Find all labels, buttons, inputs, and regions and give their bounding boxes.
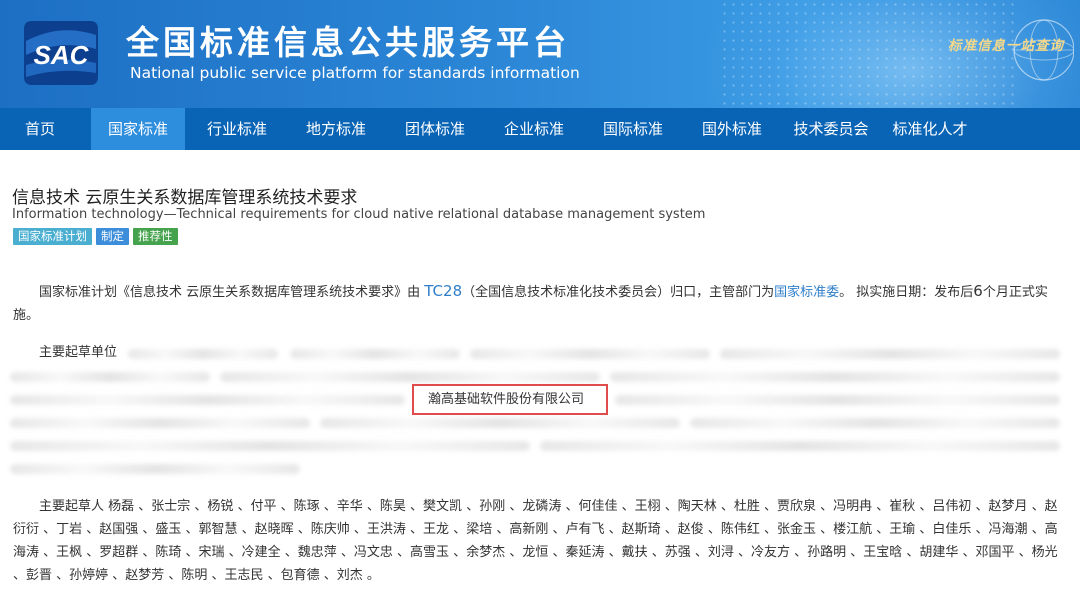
standard-title-en: Information technology—Technical require… [12, 207, 706, 222]
site-title-cn: 全国标准信息公共服务平台 [126, 23, 570, 62]
main-drafters: 主要起草人 杨磊 、张士宗 、杨锐 、付平 、陈琢 、辛华 、陈昊 、樊文凯 、… [13, 499, 1058, 583]
desc-part3: 。 拟实施日期：发布后 [839, 285, 974, 300]
sac-logo[interactable]: SAC [20, 17, 102, 89]
redacted-text-line [128, 349, 278, 359]
redacted-text-line [10, 418, 310, 428]
badge-nature: 推荐性 [133, 228, 178, 245]
drafting-units-label: 主要起草单位 [39, 345, 118, 360]
standard-description: 国家标准计划《信息技术 云原生关系数据库管理系统技术要求》由 TC28（全国信息… [13, 280, 1068, 327]
nav-item-international-standards[interactable]: 国际标准 [586, 108, 680, 150]
redacted-text-line [540, 441, 1060, 451]
nav-item-standardization-talent[interactable]: 标准化人才 [880, 108, 980, 150]
main-nav: 首页 国家标准 行业标准 地方标准 团体标准 企业标准 国际标准 国外标准 技术… [0, 108, 1080, 150]
nav-item-enterprise-standards[interactable]: 企业标准 [487, 108, 581, 150]
site-header: SAC 全国标准信息公共服务平台 National public service… [0, 0, 1080, 108]
redacted-text-line [720, 349, 1060, 359]
nav-item-industry-standards[interactable]: 行业标准 [190, 108, 284, 150]
redacted-text-line [10, 464, 300, 474]
nav-item-foreign-standards[interactable]: 国外标准 [685, 108, 779, 150]
tc28-link[interactable]: TC28 [424, 282, 462, 300]
nav-item-group-standards[interactable]: 团体标准 [388, 108, 482, 150]
desc-part1: 国家标准计划《信息技术 云原生关系数据库管理系统技术要求》由 [39, 285, 425, 300]
badge-status: 制定 [96, 228, 129, 245]
site-title-en: National public service platform for sta… [130, 64, 580, 82]
redacted-text-line [10, 395, 405, 405]
redacted-text-line [220, 372, 600, 382]
redacted-text-line [690, 418, 1060, 428]
desc-part2: （全国信息技术标准化技术委员会）归口，主管部门为 [462, 285, 775, 300]
redacted-text-line [290, 349, 460, 359]
badge-plan-type: 国家标准计划 [13, 228, 92, 245]
redacted-text-line [615, 395, 1060, 405]
redacted-text-line [470, 349, 710, 359]
highlighted-drafting-unit: 瀚高基础软件股份有限公司 [412, 384, 608, 415]
nav-item-technical-committees[interactable]: 技术委员会 [782, 108, 880, 150]
nav-item-home[interactable]: 首页 [0, 108, 80, 150]
redacted-text-line [610, 372, 1060, 382]
status-badges: 国家标准计划 制定 推荐性 [13, 228, 178, 245]
redacted-text-line [320, 418, 680, 428]
standard-title-cn: 信息技术 云原生关系数据库管理系统技术要求 [12, 188, 358, 208]
nav-item-local-standards[interactable]: 地方标准 [289, 108, 383, 150]
redacted-text-line [10, 441, 530, 451]
desc-months: 6 [973, 282, 983, 300]
logo-text: SAC [34, 40, 90, 70]
sac-dept-link[interactable]: 国家标准委 [774, 285, 839, 300]
calligraphy-slogan: 标准信息一站查询 [948, 38, 1064, 54]
nav-item-national-standards[interactable]: 国家标准 [91, 108, 185, 150]
redacted-text-line [10, 372, 210, 382]
